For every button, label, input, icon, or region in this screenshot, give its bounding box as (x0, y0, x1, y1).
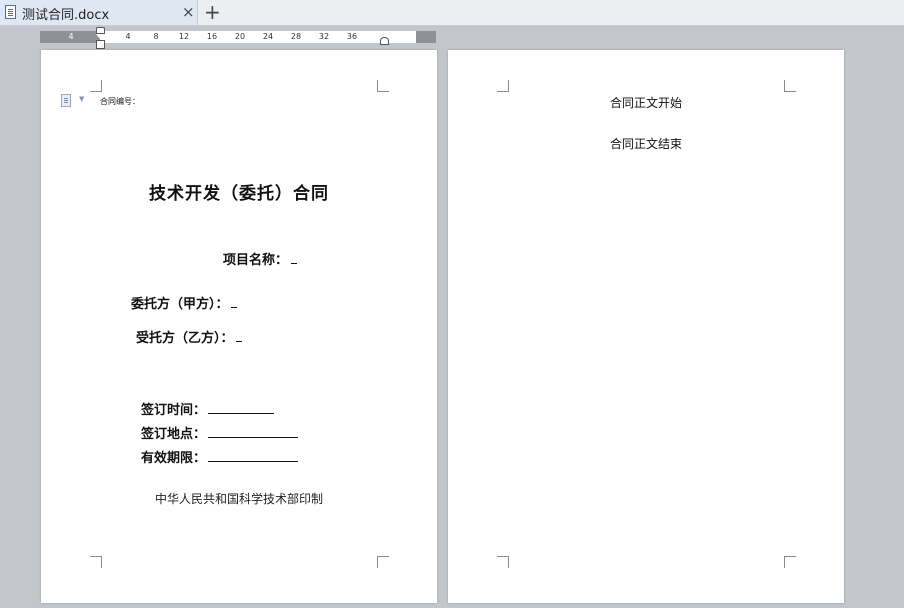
ruler-tick: 4 (68, 32, 74, 41)
margin-corner-mark (784, 556, 796, 568)
sign-time-text: 签订时间： (141, 403, 207, 418)
new-tab-icon[interactable]: + (204, 0, 221, 25)
ruler-tick: 44 (402, 32, 414, 41)
ruler-tick: 16 (206, 32, 218, 41)
ruler-tick: 32 (318, 32, 330, 41)
ruler-tick: 24 (262, 32, 274, 41)
contractor-party-text: 受托方（乙方）： (136, 331, 234, 346)
header-options-icon[interactable] (61, 94, 71, 107)
document-tab[interactable]: 测试合同.docx × (0, 0, 198, 25)
valid-period-blank (208, 460, 299, 462)
ruler-tick: 8 (153, 32, 159, 41)
project-name-blank (291, 262, 298, 264)
close-tab-icon[interactable]: × (182, 2, 195, 22)
project-name-text: 项目名称： (223, 253, 289, 268)
chevron-down-icon[interactable]: ▼ (79, 95, 84, 103)
margin-corner-mark (497, 80, 509, 92)
sign-time-blank (208, 412, 275, 414)
body-start-text: 合同正文开始 (609, 96, 682, 110)
left-indent-handle[interactable] (96, 40, 105, 49)
sign-place-blank (208, 436, 299, 438)
document-tab-title: 测试合同.docx (22, 8, 110, 23)
document-tab-bar: 测试合同.docx × + (0, 0, 904, 26)
right-indent-handle[interactable] (380, 37, 389, 45)
document-page-1[interactable]: ▼ 合同编号： 技术开发（委托）合同 项目名称： 委托方（甲方）： 受托方（乙方… (41, 50, 437, 603)
contractor-party-label: 受托方（乙方）： (136, 327, 242, 346)
ruler-tick: 12 (178, 32, 190, 41)
ruler-tick: 36 (346, 32, 358, 41)
document-icon (5, 5, 16, 19)
margin-corner-mark (90, 80, 102, 92)
client-party-blank (230, 306, 237, 308)
first-line-indent-handle[interactable] (96, 27, 105, 34)
client-party-text: 委托方（甲方）： (131, 297, 229, 312)
margin-corner-mark (784, 80, 796, 92)
document-page-2[interactable]: 合同正文开始 合同正文结束 (448, 50, 844, 603)
valid-period-text: 有效期限： (141, 451, 207, 466)
contract-number-label: 合同编号： (100, 97, 140, 106)
sign-time-label: 签订时间： (141, 399, 275, 418)
client-party-label: 委托方（甲方）： (131, 293, 237, 312)
printer-credit: 中华人民共和国科学技术部印制 (154, 492, 323, 506)
margin-corner-mark (497, 556, 509, 568)
body-end-text: 合同正文结束 (609, 137, 682, 151)
ruler-tick: 4 (125, 32, 131, 41)
contractor-party-blank (235, 340, 242, 342)
ruler-text-area (100, 31, 416, 43)
sign-place-text: 签订地点： (141, 427, 207, 442)
ruler-tick: 20 (234, 32, 246, 41)
valid-period-label: 有效期限： (141, 447, 299, 466)
margin-corner-mark (90, 556, 102, 568)
project-name-label: 项目名称： (223, 249, 298, 268)
ruler-tick: 28 (290, 32, 302, 41)
sign-place-label: 签订地点： (141, 423, 299, 442)
contract-title: 技术开发（委托）合同 (149, 184, 329, 204)
margin-corner-mark (377, 556, 389, 568)
margin-corner-mark (377, 80, 389, 92)
hanging-indent-handle[interactable] (96, 34, 104, 39)
